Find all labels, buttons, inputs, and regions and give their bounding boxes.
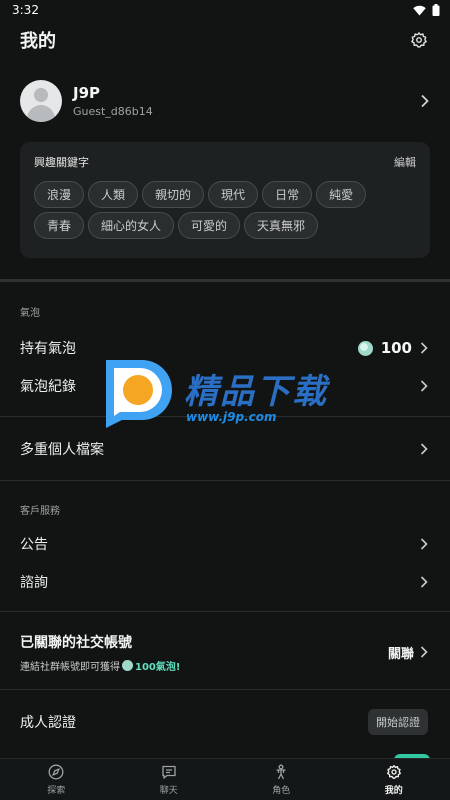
- gear-icon: [386, 764, 401, 779]
- interest-chip[interactable]: 人類: [88, 181, 139, 208]
- interest-chip[interactable]: 浪漫: [34, 181, 85, 208]
- adult-verification-row: 成人認證 開始認證: [0, 704, 450, 740]
- tab-mine[interactable]: 我的: [338, 759, 450, 800]
- profile-id: Guest_d86b14: [73, 105, 153, 118]
- tab-explore[interactable]: 探索: [0, 759, 113, 800]
- notice-label: 公告: [20, 537, 48, 553]
- avatar: [20, 80, 62, 122]
- multi-profile-row[interactable]: 多重個人檔案: [0, 431, 450, 467]
- tab-chat[interactable]: 聊天: [113, 759, 226, 800]
- bottom-tab-bar: 探索 聊天 角色 我的: [0, 758, 450, 800]
- bubble-icon: [357, 340, 373, 356]
- interest-chips: 浪漫 人類 親切的 現代 日常 純愛 青春 細心的女人 可愛的 天真無邪: [34, 181, 416, 239]
- status-icons: [413, 4, 440, 16]
- social-bonus: 100氣泡!: [135, 661, 181, 673]
- start-verification-button[interactable]: 開始認證: [368, 709, 428, 735]
- edit-interests-button[interactable]: 編輯: [394, 154, 416, 170]
- link-account-button[interactable]: 關聯: [388, 643, 428, 662]
- page-header: 我的: [0, 22, 450, 58]
- person-icon: [276, 764, 286, 779]
- bubble-history-label: 氣泡紀錄: [20, 379, 76, 395]
- settings-button[interactable]: [408, 29, 430, 51]
- chevron-right-icon: [421, 94, 429, 108]
- chevron-right-icon: [420, 576, 428, 588]
- page-title: 我的: [20, 31, 56, 52]
- inquiry-row[interactable]: 諮詢: [0, 564, 450, 600]
- tab-character[interactable]: 角色: [225, 759, 338, 800]
- gear-icon: [411, 32, 427, 48]
- interest-chip[interactable]: 細心的女人: [88, 212, 175, 239]
- status-bar: 3:32: [0, 0, 450, 20]
- divider: [0, 416, 450, 417]
- divider: [0, 611, 450, 612]
- social-accounts-row[interactable]: 已關聯的社交帳號 連結社群帳號即可獲得 100氣泡! 關聯: [0, 630, 450, 674]
- interest-chip[interactable]: 可愛的: [178, 212, 241, 239]
- compass-icon: [48, 764, 64, 779]
- interest-keywords-card: 興趣關鍵字 編輯 浪漫 人類 親切的 現代 日常 純愛 青春 細心的女人 可愛的…: [20, 142, 430, 258]
- notice-row[interactable]: 公告: [0, 526, 450, 562]
- interest-chip[interactable]: 親切的: [142, 181, 205, 208]
- social-subtitle: 連結社群帳號即可獲得 100氣泡!: [20, 658, 180, 673]
- battery-icon: [432, 4, 440, 16]
- bubble-icon: [122, 659, 133, 671]
- interest-chip[interactable]: 天真無邪: [244, 212, 319, 239]
- multi-profile-label: 多重個人檔案: [20, 442, 104, 458]
- inquiry-label: 諮詢: [20, 575, 48, 591]
- watermark-url: www.j9p.com: [186, 410, 277, 424]
- profile-row[interactable]: J9P Guest_d86b14: [0, 76, 450, 126]
- profile-name: J9P: [73, 84, 101, 102]
- bubble-history-row[interactable]: 氣泡紀錄: [0, 368, 450, 404]
- status-time: 3:32: [12, 3, 39, 17]
- interest-chip[interactable]: 青春: [34, 212, 85, 239]
- service-section-label: 客戶服務: [20, 506, 60, 517]
- adult-verification-label: 成人認證: [20, 715, 76, 731]
- interest-chip[interactable]: 現代: [208, 181, 259, 208]
- divider: [0, 689, 450, 690]
- own-bubbles-label: 持有氣泡: [20, 341, 76, 357]
- chevron-right-icon: [420, 443, 428, 455]
- own-bubbles-row[interactable]: 持有氣泡 100: [0, 330, 450, 366]
- divider: [0, 480, 450, 481]
- bubbles-section-label: 氣泡: [20, 308, 40, 319]
- wifi-icon: [413, 5, 426, 15]
- interest-chip[interactable]: 日常: [262, 181, 313, 208]
- chevron-right-icon: [420, 538, 428, 550]
- bubble-count: 100: [380, 339, 412, 357]
- social-title: 已關聯的社交帳號: [20, 634, 132, 651]
- interest-chip[interactable]: 純愛: [316, 181, 367, 208]
- chevron-right-icon: [420, 380, 428, 392]
- interest-title: 興趣關鍵字: [34, 156, 89, 169]
- chevron-right-icon: [420, 342, 428, 354]
- section-divider: [0, 279, 450, 282]
- chevron-right-icon: [420, 646, 428, 658]
- chat-icon: [162, 765, 176, 779]
